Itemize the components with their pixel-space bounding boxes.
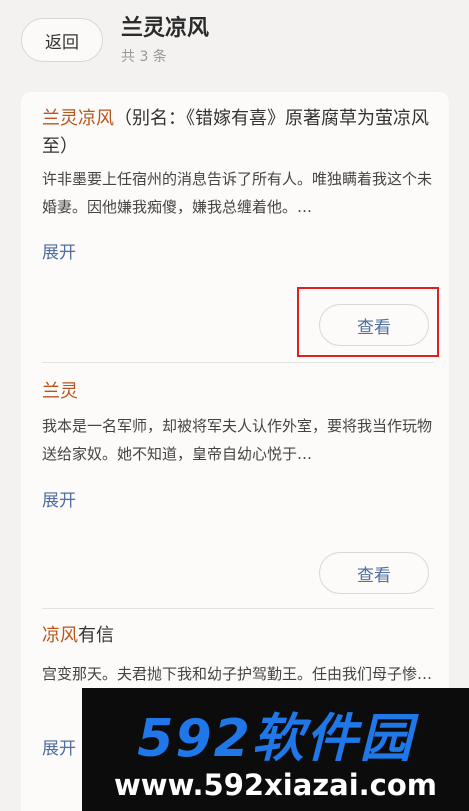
watermark-logo: 592软件园 www.592xiazai.com: [82, 688, 469, 811]
result-title-highlight: 兰灵凉风: [42, 108, 114, 129]
view-button[interactable]: 查看: [319, 552, 429, 594]
result-title-highlight: 兰灵: [42, 381, 78, 402]
result-title[interactable]: 兰灵: [42, 378, 434, 406]
page-title: 兰灵凉风: [121, 16, 210, 41]
watermark-url: www.592xiazai.com: [113, 768, 438, 802]
watermark-brand: 592软件园: [137, 709, 414, 769]
result-title[interactable]: 兰灵凉风（别名：《错嫁有喜》原著腐草为萤凉风至）: [42, 105, 434, 161]
expand-link[interactable]: 展开: [42, 238, 76, 263]
result-title[interactable]: 凉风有信: [42, 622, 434, 650]
expand-link[interactable]: 展开: [42, 734, 76, 759]
back-button[interactable]: 返回: [21, 18, 103, 62]
result-snippet: 我本是一名军师，却被将军夫人认作外室，要将我当作玩物送给家奴。她不知道，皇帝自幼…: [42, 417, 433, 463]
result-snippet: 许非墨要上任宿州的消息告诉了所有人。唯独瞒着我这个未婚妻。因他嫌我痴傻，嫌我总缠…: [42, 170, 433, 216]
result-count: 共 3 条: [121, 49, 167, 65]
divider: [42, 608, 434, 609]
result-title-rest: 有信: [78, 625, 114, 646]
expand-link[interactable]: 展开: [42, 486, 76, 511]
divider: [42, 362, 434, 363]
annotation-highlight-box: [297, 287, 439, 357]
result-title-highlight: 凉风: [42, 625, 78, 646]
header-bar: 返回 兰灵凉风 共 3 条: [0, 0, 469, 80]
